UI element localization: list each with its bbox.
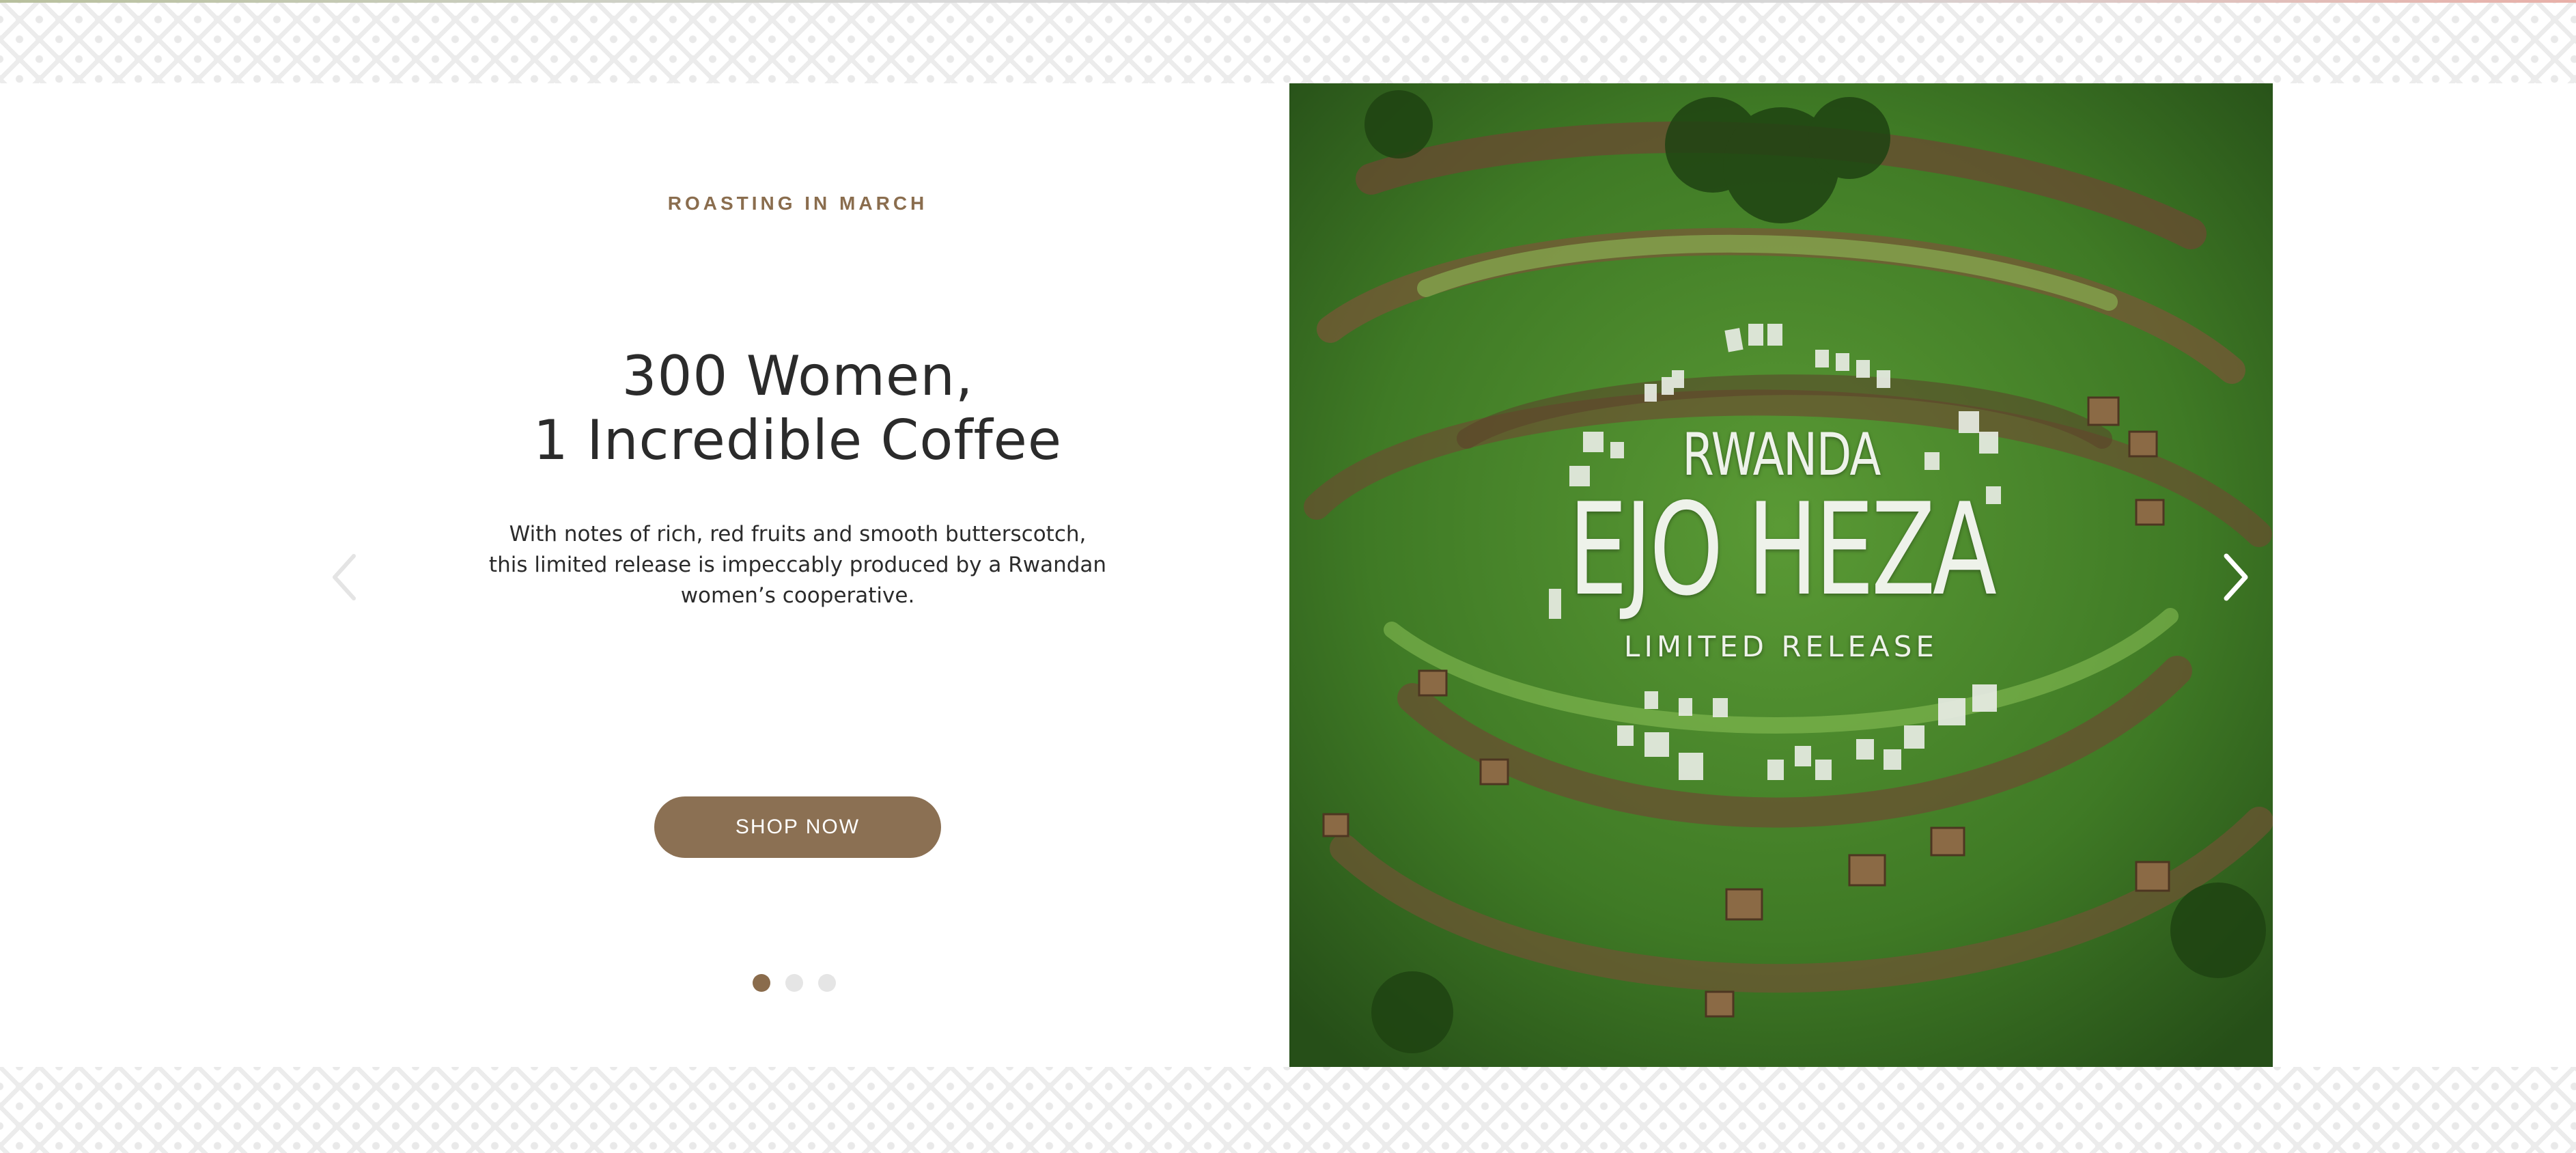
description-line-2: this limited release is impeccably produ… xyxy=(488,553,1107,577)
carousel-pagination xyxy=(753,974,836,992)
bottom-pattern-band xyxy=(0,1067,2576,1153)
hero-image: RWANDA EJO HEZA LIMITED RELEASE xyxy=(1289,83,2273,1067)
image-release-text: LIMITED RELEASE xyxy=(1624,630,1938,663)
carousel-prev-button[interactable] xyxy=(321,546,369,608)
carousel-next-button[interactable] xyxy=(2211,546,2259,608)
shop-now-button[interactable]: SHOP NOW xyxy=(654,796,941,858)
carousel-dot-3[interactable] xyxy=(818,974,836,992)
image-coffee-name: EJO HEZA xyxy=(1568,475,1996,624)
carousel-dot-1[interactable] xyxy=(753,974,770,992)
carousel-dot-2[interactable] xyxy=(785,974,803,992)
description-line-1: With notes of rich, red fruits and smoot… xyxy=(509,522,1087,546)
description-line-3: women’s cooperative. xyxy=(680,583,915,608)
chevron-left-icon xyxy=(333,554,356,600)
hero-description: With notes of rich, red fruits and smoot… xyxy=(478,519,1117,611)
top-pattern-band xyxy=(0,0,2576,83)
chevron-right-icon xyxy=(2224,553,2248,601)
